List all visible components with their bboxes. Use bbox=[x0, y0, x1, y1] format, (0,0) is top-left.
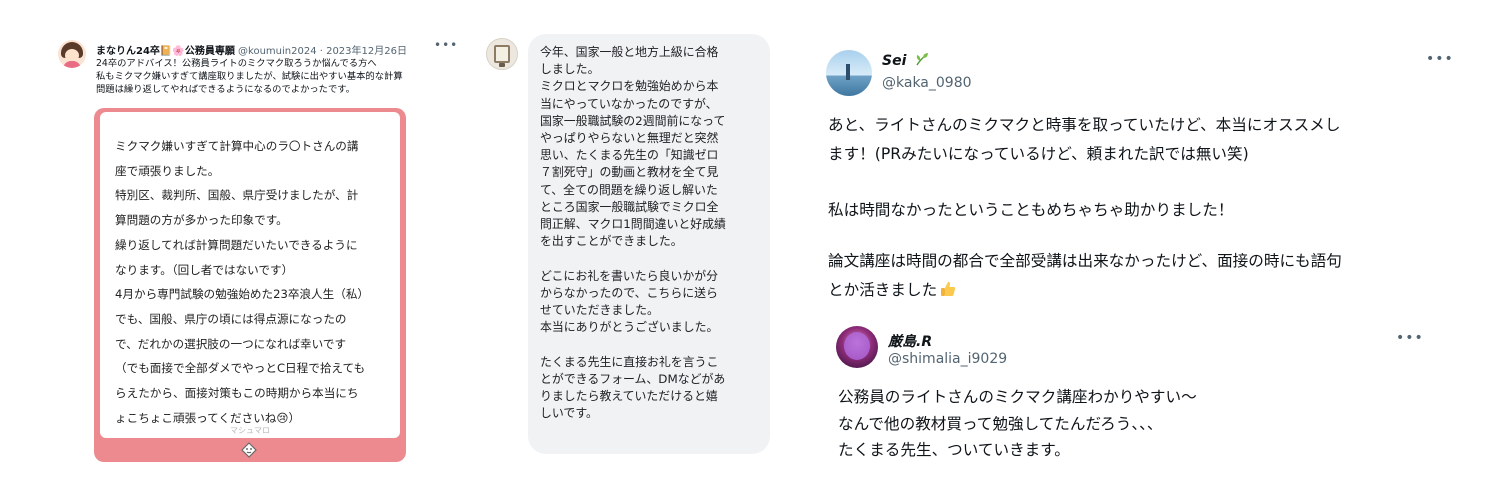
quoted-tweet-text: 公務員のライトさんのミクマク講座わかりやすい〜 なんで他の教材買って勉強してたん… bbox=[838, 384, 1197, 464]
tweet-line: とか活きました bbox=[828, 276, 1342, 305]
quoted-user-avatar[interactable] bbox=[836, 326, 878, 368]
message-line: たくまる先生に直接お礼を言うこ bbox=[540, 354, 719, 369]
message-line: せていただきました。 bbox=[540, 303, 659, 318]
tweet-line: 論文講座は時間の都合で全部受講は出来なかったけど、面接の時にも語句 bbox=[828, 252, 1342, 270]
tweet-line: ます！(PRみたいになっているけど、頼まれた訳では無い笑) bbox=[828, 145, 1249, 163]
message-line bbox=[540, 250, 764, 267]
message-line: ７割死守」の動画と教材を全て見 bbox=[540, 165, 719, 180]
card-line: 算問題の方が多かった印象です。 bbox=[115, 213, 288, 228]
marshmallow-card[interactable]: ミクマク嫌いすぎて計算中心のラ〇トさんの講 座で頑張りました。 特別区、裁判所、… bbox=[94, 108, 406, 462]
thumbs-up-icon bbox=[941, 281, 956, 296]
message-line: 当にやっていなかったのですが、 bbox=[540, 96, 718, 111]
tweet-line: 私もミクマク嫌いすぎて講座取りましたが、試験に出やすい基本的な計算 bbox=[96, 71, 403, 82]
quoted-display-name[interactable]: 厳島.R bbox=[888, 331, 932, 351]
message-line: しました。 bbox=[540, 62, 600, 77]
message-line: からなかったので、こちらに送ら bbox=[540, 285, 718, 300]
message-line: りましたら教えていただけると嬉 bbox=[540, 389, 718, 404]
marshmallow-brand: マシュマロ bbox=[230, 426, 270, 435]
quoted-line: 公務員のライトさんのミクマク講座わかりやすい〜 bbox=[838, 388, 1197, 406]
card-line: らえたから、面接対策もこの時期から本当にち bbox=[115, 386, 359, 401]
message-line: ミクロとマクロを勉強始めから本 bbox=[540, 79, 719, 94]
user-avatar[interactable] bbox=[826, 50, 872, 96]
more-dots-icon[interactable]: ••• bbox=[434, 38, 458, 52]
card-line: 座で頑張りました。 bbox=[115, 163, 220, 178]
message-line: とができるフォーム、DMなどがあ bbox=[540, 371, 726, 386]
message-line: 問正解、マクロ1問間違いと好成績 bbox=[540, 217, 726, 232]
leaf-sprout-icon bbox=[916, 53, 928, 66]
message-line: どこにお礼を書いたら良いかが分 bbox=[540, 268, 719, 283]
card-line: （でも面接で全部ダメでやっとC日程で拾えても bbox=[115, 361, 366, 376]
tweet-header: まなりん24卒📔🌸公務員専願 @koumuin2024 · 2023年12月26… bbox=[96, 42, 407, 57]
card-line: なります。（回し者ではないです） bbox=[115, 262, 294, 277]
quoted-line: たくまる先生、ついていきます。 bbox=[838, 441, 1070, 459]
marshmallow-logo-icon bbox=[241, 442, 257, 458]
tweet-line: 私は時間なかったということもめちゃちゃ助かりました！ bbox=[828, 201, 1234, 219]
marshmallow-tweet: まなりん24卒📔🌸公務員専願 @koumuin2024 · 2023年12月26… bbox=[58, 38, 458, 470]
user-handle[interactable]: @kaka_0980 bbox=[882, 75, 972, 91]
user-avatar[interactable] bbox=[58, 40, 86, 68]
tweet-paragraph: 私は時間なかったということもめちゃちゃ助かりました！ bbox=[828, 196, 1233, 225]
message-line: 今年、国家一般と地方上級に合格 bbox=[540, 45, 719, 59]
more-dots-icon[interactable]: ••• bbox=[1396, 330, 1424, 346]
tweet-paragraph: あと、ライトさんのミクマクと時事を取っていたけど、本当にオススメし ます！(PR… bbox=[828, 111, 1340, 169]
handle-and-date[interactable]: @koumuin2024 · 2023年12月26日 bbox=[238, 46, 407, 57]
message-line: ところ国家一般職試験でミクロ全 bbox=[540, 199, 719, 214]
sender-avatar[interactable] bbox=[486, 38, 518, 70]
more-dots-icon[interactable]: ••• bbox=[1426, 51, 1454, 67]
card-line: 繰り返してれば計算問題だいたいできるように bbox=[115, 237, 358, 252]
tweet-line: 24卒のアドバイス！公務員ライトのミクマク取ろうか悩んでる方へ bbox=[96, 58, 377, 69]
tweet-line-text: とか活きました bbox=[828, 281, 938, 299]
card-line: 4月から専門試験の勉強始めた23卒浪人生（私） bbox=[115, 287, 370, 302]
message-text: 今年、国家一般と地方上級に合格 しました。 ミクロとマクロを勉強始めから本 当に… bbox=[540, 44, 764, 422]
display-name[interactable]: まなりん24卒📔🌸公務員専願 bbox=[96, 46, 235, 57]
card-line: で、だれかの選択肢の一つになれば幸いです bbox=[115, 336, 347, 351]
tweet-text: 24卒のアドバイス！公務員ライトのミクマク取ろうか悩んでる方へ 私もミクマク嫌い… bbox=[96, 57, 456, 96]
message-line: しいです。 bbox=[540, 406, 598, 421]
marshmallow-message: ミクマク嫌いすぎて計算中心のラ〇トさんの講 座で頑張りました。 特別区、裁判所、… bbox=[115, 134, 391, 430]
tweet-line: 問題は繰り返してやればできるようになるのでよかったです。 bbox=[96, 84, 355, 95]
marshmallow-card-body: ミクマク嫌いすぎて計算中心のラ〇トさんの講 座で頑張りました。 特別区、裁判所、… bbox=[100, 112, 400, 438]
message-line: を出すことができました。 bbox=[540, 234, 683, 249]
card-line: でも、国般、県庁の頃には得点源になったの bbox=[115, 311, 347, 326]
display-name[interactable]: Sei bbox=[882, 53, 906, 69]
quoted-user-handle[interactable]: @shimalia_i9029 bbox=[888, 351, 1007, 367]
message-line: 本当にありがとうございました。 bbox=[540, 320, 719, 335]
message-line: やっぱりやらないと無理だと突然 bbox=[540, 131, 719, 146]
quoted-line: なんで他の教材買って勉強してたんだろう、、、 bbox=[838, 414, 1163, 433]
message-bubble: 今年、国家一般と地方上級に合格 しました。 ミクロとマクロを勉強始めから本 当に… bbox=[528, 34, 770, 454]
tweet-line: あと、ライトさんのミクマクと時事を取っていたけど、本当にオススメし bbox=[828, 116, 1341, 134]
message-line: て、全ての問題を繰り返し解いた bbox=[540, 182, 718, 197]
message-line: 国家一般職試験の2週間前になって bbox=[540, 113, 726, 128]
tweet-paragraph: 論文講座は時間の都合で全部受講は出来なかったけど、面接の時にも語句 とか活きまし… bbox=[828, 247, 1342, 305]
message-line: 思い、たくまる先生の「知識ゼロ bbox=[540, 148, 719, 163]
card-line: ミクマク嫌いすぎて計算中心のラ〇トさんの講 bbox=[115, 139, 359, 153]
card-line: 特別区、裁判所、国般、県庁受けましたが、計 bbox=[115, 188, 359, 203]
message-line bbox=[540, 336, 764, 353]
